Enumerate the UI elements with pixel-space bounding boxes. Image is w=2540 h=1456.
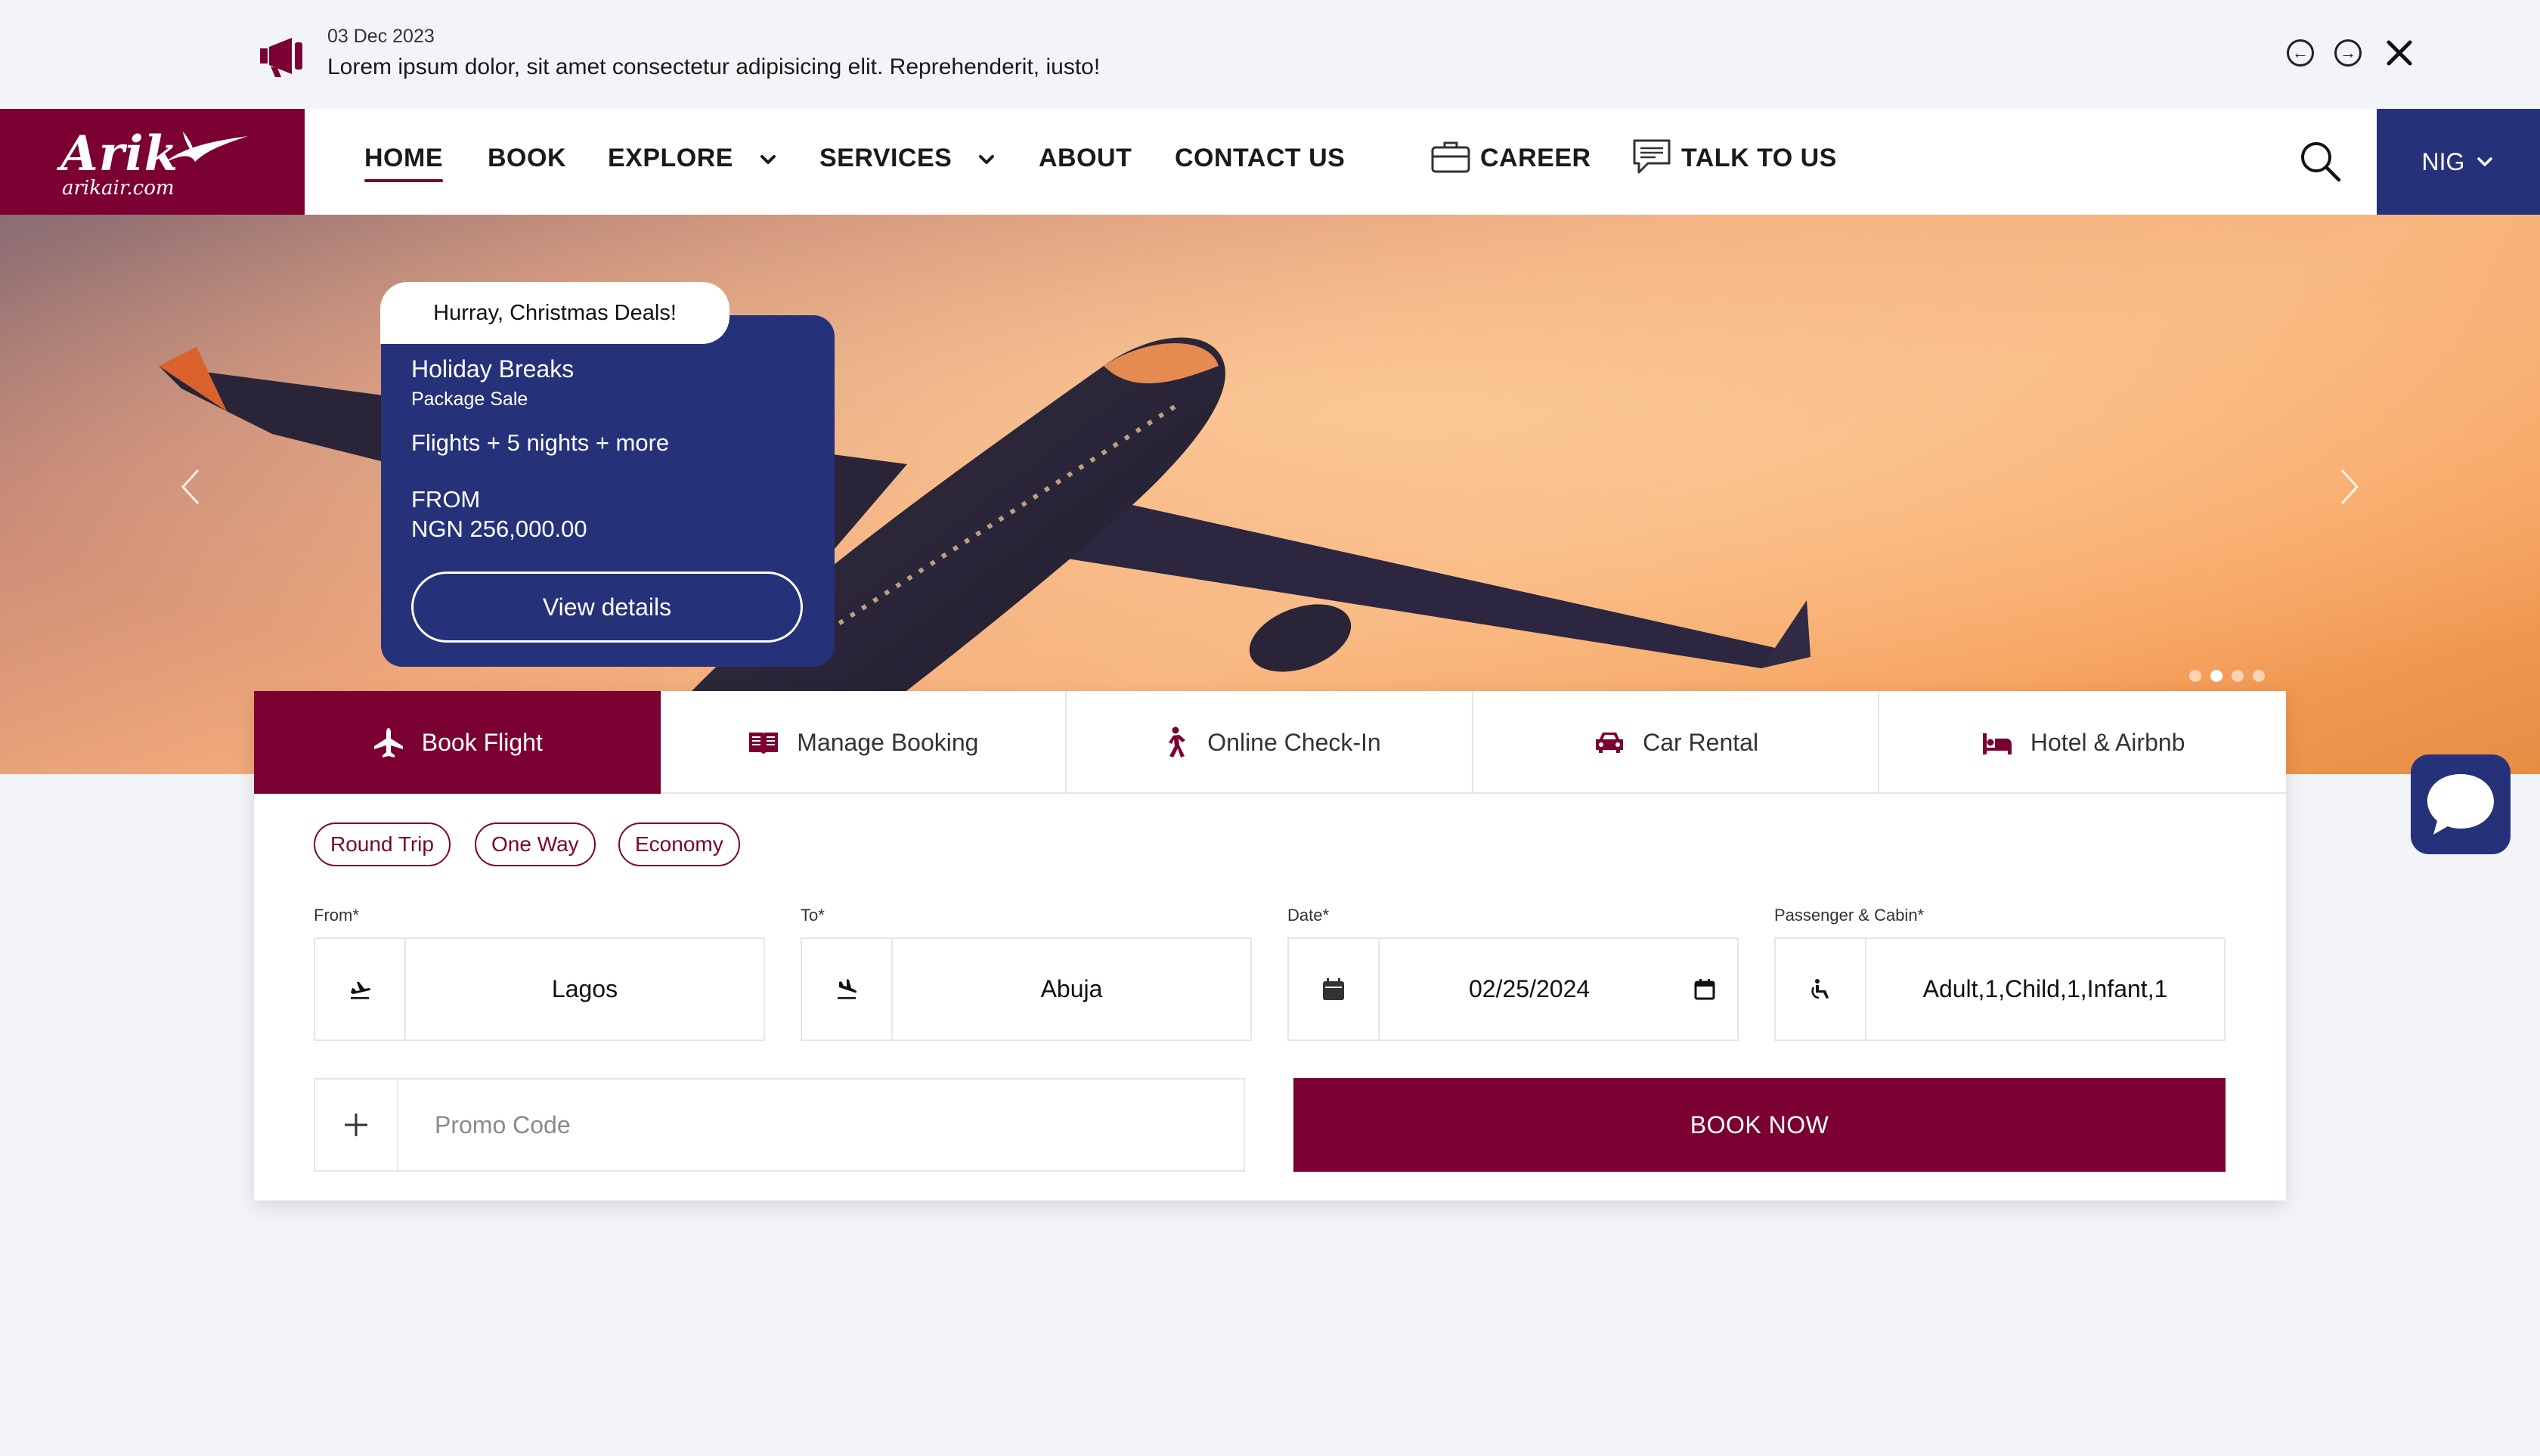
nav-about[interactable]: ABOUT: [1039, 144, 1132, 173]
tab-online-check-in[interactable]: Online Check-In: [1067, 691, 1473, 794]
nav-career[interactable]: CAREER: [1480, 144, 1591, 173]
airplane-icon: [373, 728, 403, 757]
arrow-right-circle-icon[interactable]: →: [2334, 39, 2362, 67]
announcement-date: 03 Dec 2023: [327, 26, 435, 47]
tab-label: Hotel & Airbnb: [2030, 728, 2185, 756]
trip-option-round-trip[interactable]: Round Trip: [314, 822, 451, 866]
seat-icon: [1811, 978, 1829, 999]
promo-subtitle: Package Sale: [411, 389, 528, 410]
date-value: 02/25/2024: [1469, 975, 1591, 1002]
tab-label: Book Flight: [421, 728, 543, 756]
booking-tabs: Book Flight Manage Booking Online Check-…: [254, 691, 2286, 794]
passenger-label: Passenger & Cabin*: [1774, 906, 1925, 925]
tab-label: Manage Booking: [797, 728, 979, 756]
passenger-value: Adult,1,Child,1,Infant,1: [1922, 975, 2168, 1002]
nav-talk-to-us[interactable]: TALK TO US: [1681, 144, 1837, 173]
plus-icon: [345, 1114, 367, 1136]
nav-explore[interactable]: EXPLORE: [608, 144, 779, 173]
nav-contact[interactable]: CONTACT US: [1175, 144, 1345, 173]
tab-car-rental[interactable]: Car Rental: [1473, 691, 1880, 794]
promo-title: Holiday Breaks: [411, 355, 575, 383]
tab-manage-booking[interactable]: Manage Booking: [661, 691, 1067, 794]
booking-widget: Book Flight Manage Booking Online Check-…: [254, 691, 2286, 1200]
announcement-bar: 03 Dec 2023 Lorem ipsum dolor, sit amet …: [0, 0, 2540, 109]
date-value-wrap: 02/25/2024: [1380, 939, 1737, 1039]
bed-icon: [1982, 733, 2012, 754]
calendar-icon-wrap: [1289, 939, 1380, 1039]
nav-home[interactable]: HOME: [364, 144, 443, 182]
tab-label: Online Check-In: [1207, 728, 1381, 756]
carousel-dot[interactable]: [2253, 670, 2265, 682]
bird-logo-icon: [163, 132, 248, 163]
close-icon[interactable]: [2381, 35, 2418, 71]
carousel-dot[interactable]: [2210, 670, 2222, 682]
chevron-down-icon: [760, 155, 776, 165]
takeoff-icon-wrap: [315, 939, 406, 1039]
region-label: NIG: [2421, 147, 2465, 175]
nav-services[interactable]: SERVICES: [819, 144, 997, 173]
passenger-field[interactable]: Adult,1,Child,1,Infant,1: [1774, 937, 2226, 1041]
nav-book[interactable]: BOOK: [488, 144, 566, 173]
calendar-picker-icon[interactable]: [1692, 977, 1718, 1002]
search-icon[interactable]: [2298, 139, 2342, 183]
to-label: To*: [801, 906, 825, 925]
nav-services-label: SERVICES: [819, 144, 952, 172]
trip-option-one-way[interactable]: One Way: [475, 822, 596, 866]
walking-person-icon: [1169, 726, 1186, 757]
nav-explore-label: EXPLORE: [608, 144, 733, 172]
seat-icon-wrap: [1776, 939, 1866, 1039]
promo-code-input[interactable]: [398, 1080, 1244, 1170]
carousel-prev-icon[interactable]: [175, 464, 206, 510]
cabin-option-economy[interactable]: Economy: [618, 822, 740, 866]
from-label: From*: [314, 906, 359, 925]
briefcase-icon: [1431, 141, 1470, 173]
arrow-left-circle-icon[interactable]: ←: [2287, 39, 2314, 67]
date-label: Date*: [1287, 906, 1330, 925]
tab-book-flight[interactable]: Book Flight: [254, 691, 661, 794]
from-value: Lagos: [551, 975, 618, 1002]
carousel-dots: [2189, 670, 2265, 682]
live-chat-button[interactable]: [2411, 754, 2511, 854]
promo-description: Flights + 5 nights + more: [411, 429, 670, 456]
main-navbar: Arik arikair.com HOME BOOK EXPLORE SERVI…: [0, 109, 2540, 215]
chat-message-icon: [1633, 139, 1671, 174]
chevron-down-icon: [2477, 157, 2493, 166]
to-field[interactable]: Abuja: [801, 937, 1252, 1041]
view-details-button[interactable]: View details: [411, 572, 803, 643]
to-value: Abuja: [1040, 975, 1103, 1002]
from-field[interactable]: Lagos: [314, 937, 765, 1041]
promo-code-field: [314, 1078, 1245, 1172]
tab-hotel-airbnb[interactable]: Hotel & Airbnb: [1879, 691, 2286, 794]
logo-domain: arikair.com: [62, 177, 175, 200]
promo-price: NGN 256,000.00: [411, 516, 587, 542]
chevron-down-icon: [979, 155, 995, 165]
hero-banner: Hurray, Christmas Deals! Holiday Breaks …: [0, 215, 2540, 774]
region-selector[interactable]: NIG: [2377, 109, 2540, 215]
chat-bubble-icon: [2427, 774, 2494, 835]
landing-icon-wrap: [802, 939, 893, 1039]
add-promo-button[interactable]: [315, 1080, 398, 1170]
promo-tag: Hurray, Christmas Deals!: [380, 282, 729, 344]
announcement-message: Lorem ipsum dolor, sit amet consectetur …: [327, 54, 1101, 79]
landing-icon: [838, 978, 857, 999]
promo-from-label: FROM: [411, 486, 481, 513]
carousel-dot[interactable]: [2189, 670, 2201, 682]
megaphone-icon: [260, 38, 302, 77]
date-field[interactable]: 02/25/2024: [1287, 937, 1739, 1041]
carousel-dot[interactable]: [2232, 670, 2244, 682]
calendar-icon: [1323, 977, 1344, 1000]
carousel-next-icon[interactable]: [2334, 464, 2365, 510]
book-now-button[interactable]: BOOK NOW: [1293, 1078, 2226, 1172]
tab-label: Car Rental: [1643, 728, 1759, 756]
takeoff-icon: [351, 981, 371, 999]
book-icon: [749, 733, 779, 754]
logo[interactable]: Arik arikair.com: [0, 109, 305, 215]
car-icon: [1596, 733, 1624, 753]
